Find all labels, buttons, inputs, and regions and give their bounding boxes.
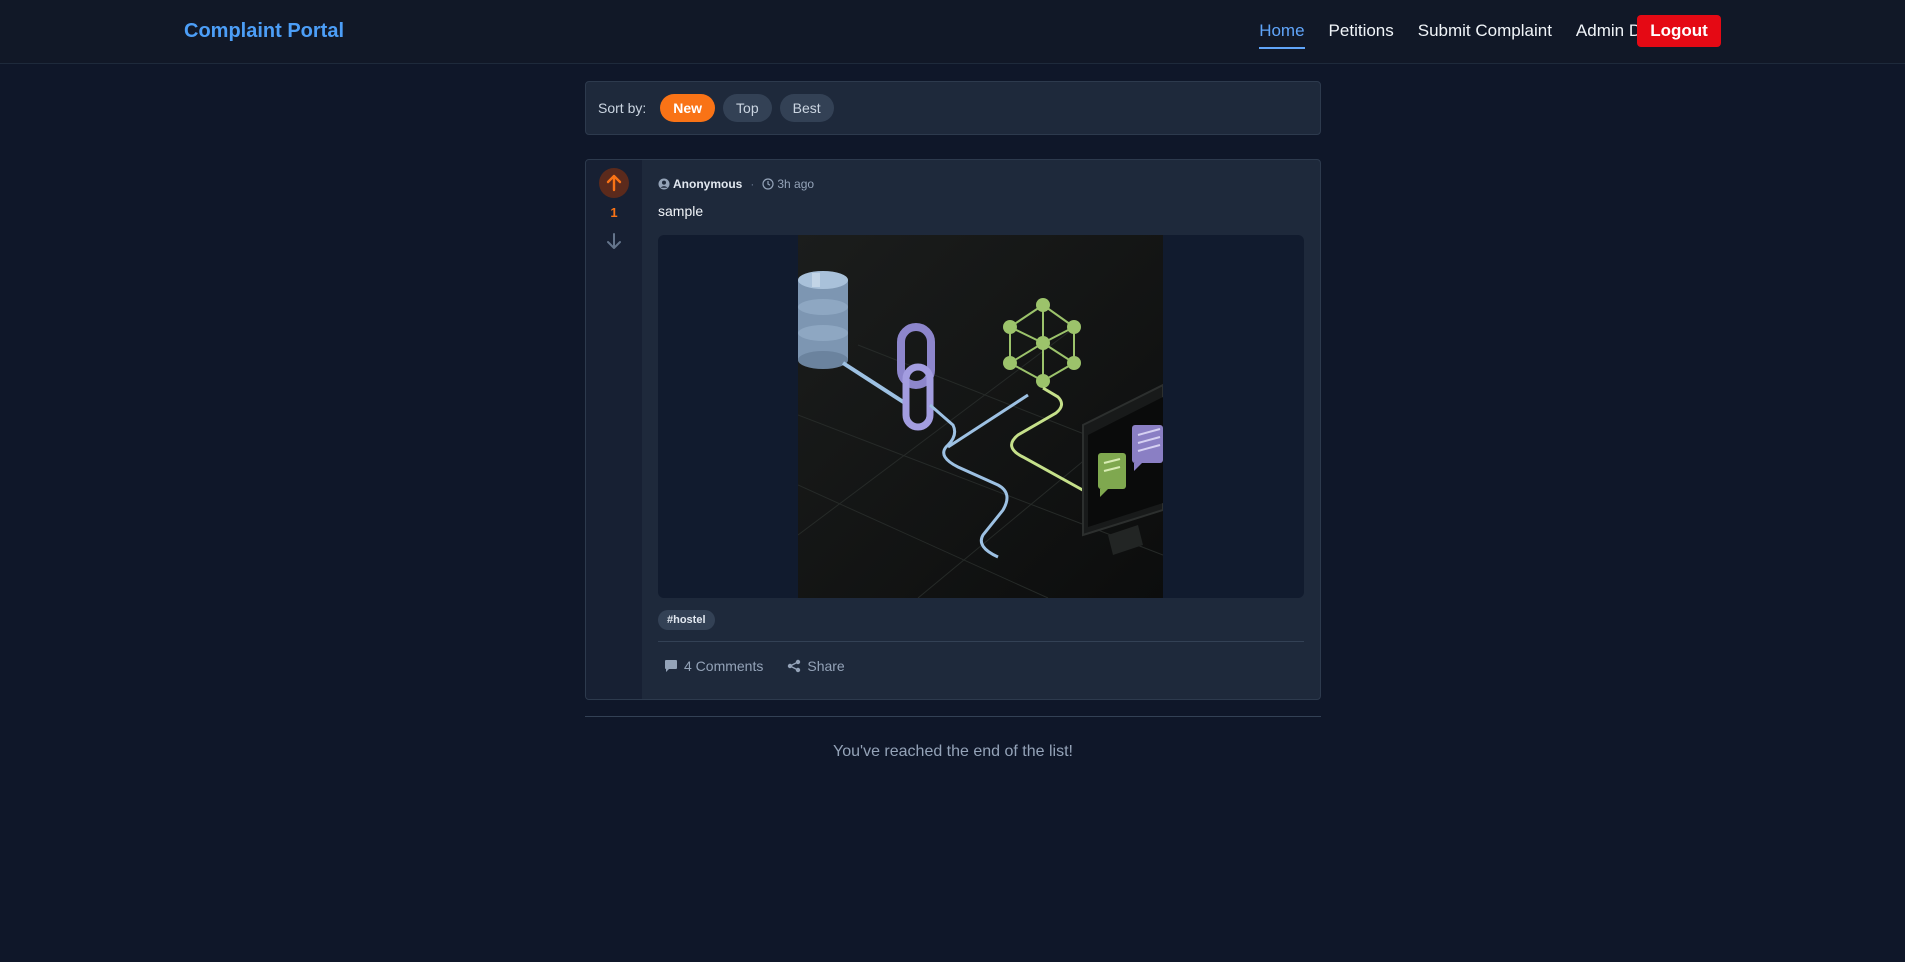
post-time: 3h ago: [777, 177, 815, 191]
vote-column: 1: [586, 160, 642, 699]
logout-button[interactable]: Logout: [1637, 15, 1721, 47]
comments-button[interactable]: 4 Comments: [664, 658, 763, 674]
downvote-button[interactable]: [599, 226, 629, 256]
comment-icon: [665, 660, 677, 672]
sort-top-button[interactable]: Top: [723, 94, 772, 122]
vote-count: 1: [610, 205, 618, 220]
nav-link-submit-complaint[interactable]: Submit Complaint: [1418, 21, 1552, 45]
end-divider: [585, 716, 1321, 717]
sort-best-button[interactable]: Best: [779, 94, 834, 122]
post-tag[interactable]: #hostel: [658, 610, 715, 630]
user-circle-icon: [658, 178, 670, 190]
post-actions: 4 Comments Share: [664, 658, 869, 674]
nav-link-petitions[interactable]: Petitions: [1329, 21, 1394, 45]
arrow-down-icon: [607, 233, 621, 249]
share-button[interactable]: Share: [787, 658, 845, 674]
comments-label: 4 Comments: [684, 658, 764, 674]
tech-network-illustration-icon: [798, 235, 1163, 598]
post-meta: Anonymous · 3h ago: [658, 177, 814, 191]
meta-separator: ·: [750, 177, 755, 191]
sort-label: Sort by:: [598, 100, 647, 116]
post-title[interactable]: sample: [658, 203, 703, 219]
share-icon: [788, 659, 801, 673]
share-label: Share: [807, 658, 845, 674]
post-author[interactable]: Anonymous: [673, 177, 742, 191]
end-of-list-message: You've reached the end of the list!: [833, 743, 1073, 760]
sort-new-button[interactable]: New: [660, 94, 716, 122]
arrow-up-icon: [606, 174, 622, 192]
clock-icon: [762, 178, 774, 190]
nav-link-home[interactable]: Home: [1259, 21, 1305, 49]
post-card[interactable]: 1 Anonymous · 3h ago sample #hostel 4 Co…: [585, 159, 1321, 700]
upvote-button[interactable]: [599, 168, 629, 198]
post-image[interactable]: [658, 235, 1304, 598]
post-divider: [658, 641, 1304, 642]
navbar: Complaint Portal Home Petitions Submit C…: [0, 0, 1905, 64]
sort-bar: Sort by: New Top Best: [585, 81, 1321, 135]
brand-logo[interactable]: Complaint Portal: [184, 20, 344, 43]
